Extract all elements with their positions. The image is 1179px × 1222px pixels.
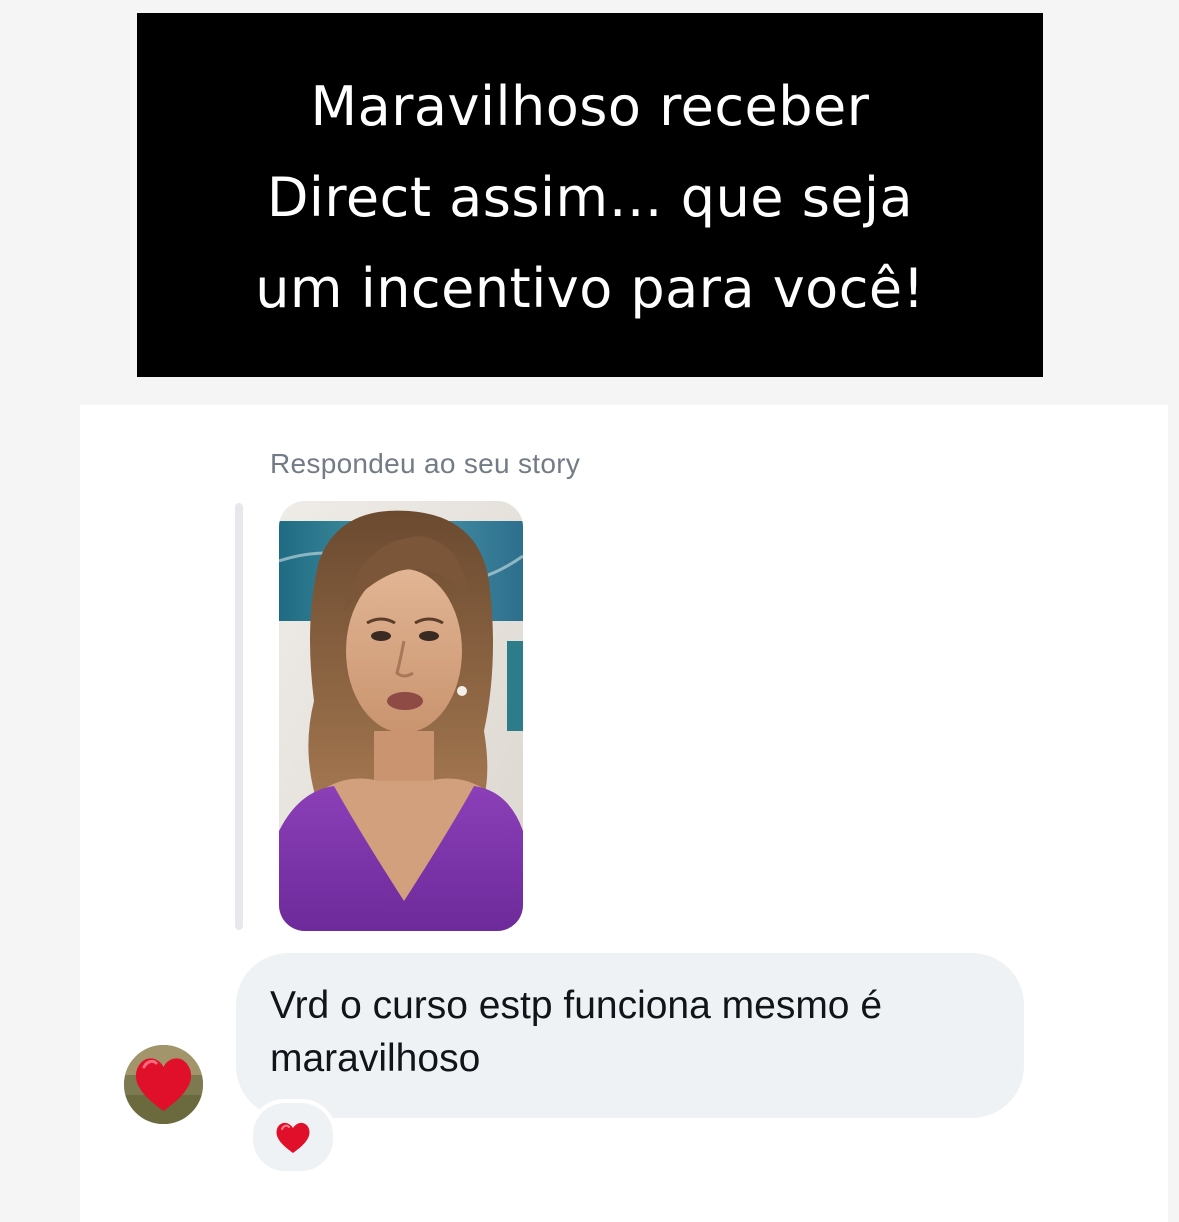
heart-reaction-icon: [276, 1122, 310, 1153]
message-bubble[interactable]: Vrd o curso estp funciona mesmo é maravi…: [236, 953, 1024, 1118]
message-text: Vrd o curso estp funciona mesmo é maravi…: [270, 984, 883, 1080]
headline-text: Maravilhoso receber Direct assim… que se…: [255, 57, 925, 334]
message-reaction[interactable]: [249, 1099, 337, 1175]
headline-line-3: um incentivo para você!: [255, 256, 925, 320]
quote-indicator-bar: [235, 503, 243, 930]
story-reply-label: Respondeu ao seu story: [270, 448, 581, 479]
headline-card: Maravilhoso receber Direct assim… que se…: [137, 13, 1043, 377]
sender-avatar[interactable]: [124, 1045, 203, 1124]
story-video-thumbnail: [279, 501, 523, 931]
headline-line-1: Maravilhoso receber: [310, 74, 870, 138]
story-preview-thumbnail[interactable]: [279, 501, 523, 931]
headline-line-2: Direct assim… que seja: [266, 165, 914, 229]
heart-avatar-icon: [124, 1045, 203, 1124]
